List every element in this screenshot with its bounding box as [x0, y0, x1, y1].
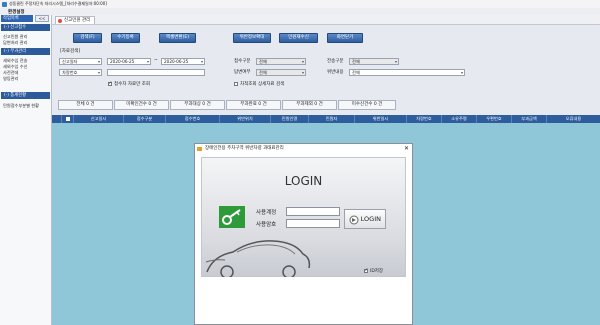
summary-bar: 전체 0 건 미확인건수 0 건 부과대상 0 건 부과완료 0 건 부과제외 …: [52, 99, 600, 111]
login-dialog: 장애인전용 주차구역 위반차량 과태료관리 ✕ LOGIN 사용계정 사용암호 …: [194, 143, 413, 325]
login-button[interactable]: LOGIN: [344, 209, 386, 229]
dialog-app-icon: [197, 147, 202, 151]
summary-not-received: 미수신건수 0 건: [338, 100, 396, 110]
password-label: 사용암호: [256, 222, 277, 228]
transfer-type-select[interactable]: 전체 ▾: [349, 58, 399, 65]
vehicle-number-input[interactable]: [107, 69, 205, 76]
grid-header: 신고일시 접수구분 접수번호 위반위치 민원인명 민원자 위반일시 차량번호 소…: [52, 115, 600, 123]
date-to-picker[interactable]: 2020-06-25 ▾: [161, 58, 205, 65]
dialog-title: 장애인전용 주차구역 위반차량 과태료관리: [205, 146, 284, 151]
grid-col-owner[interactable]: 소유주명: [442, 115, 477, 123]
grid-col-report-time[interactable]: 신고일시: [74, 115, 124, 123]
manual-entry-button[interactable]: 수기등록: [111, 33, 140, 43]
receipt-only-label: 접수자 자료만 조회: [114, 82, 150, 87]
transfer-type-label: 전송구분: [327, 59, 344, 64]
close-screen-button[interactable]: 화면닫기: [327, 33, 363, 43]
summary-levy-done: 부과완료 0 건: [226, 100, 281, 110]
summary-levy-target: 부과대상 0 건: [170, 100, 225, 110]
login-panel: LOGIN 사용계정 사용암호 LOGIN ID저장: [201, 157, 406, 277]
vehicle-type-select[interactable]: 차량번호 ▾: [59, 69, 102, 76]
excel-export-button[interactable]: 엑셀변환(E): [159, 33, 196, 43]
dialog-titlebar: 장애인전용 주차구역 위반차량 과태료관리 ✕: [195, 144, 412, 154]
sidebar-item-manage[interactable]: 영등관리: [1, 76, 50, 82]
exact-search-label: 차적조회 상세자료 검색: [240, 82, 285, 87]
sidebar-item-reply[interactable]: 답변처리 관리: [1, 40, 50, 46]
receipt-type-label: 접수구분: [234, 59, 251, 64]
violation-label: 위반내용: [327, 70, 344, 75]
grid-col-index: [52, 115, 62, 123]
summary-total: 전체 0 건: [58, 100, 113, 110]
exact-search-checkbox[interactable]: [234, 82, 238, 86]
sidebar-section-report[interactable]: (-) 신고접수: [1, 24, 50, 31]
save-id-checkbox[interactable]: [364, 268, 368, 273]
sidebar-collapse-button[interactable]: <<: [35, 15, 49, 22]
grid-col-receipt-no[interactable]: 접수번호: [166, 115, 220, 123]
grid-col-vehicle-no[interactable]: 차량번호: [407, 115, 442, 123]
grid-col-amount[interactable]: 부과금액: [512, 115, 547, 123]
tab-complaint[interactable]: 신고민원 관리: [55, 16, 95, 24]
grid-col-location[interactable]: 위반위치: [220, 115, 271, 123]
search-section-label: [자료검색]: [60, 49, 81, 54]
sidebar-section-levy[interactable]: (-) 부과관리: [1, 48, 50, 55]
password-input[interactable]: [286, 219, 340, 228]
login-button-label: LOGIN: [360, 215, 381, 223]
grid-col-complainant[interactable]: 민원인명: [271, 115, 309, 123]
search-button[interactable]: 검색(F): [73, 33, 102, 43]
reply-select[interactable]: 전체 ▾: [256, 69, 306, 76]
save-id-label: ID저장: [370, 269, 384, 274]
sidebar-item-stats[interactable]: 민원접수부분별 현황: [1, 103, 50, 109]
receipt-only-checkbox[interactable]: [108, 81, 112, 86]
login-arrow-icon: [349, 215, 359, 225]
date-type-select[interactable]: 신고일자 ▾: [59, 58, 102, 65]
user-id-label: 사용계정: [256, 210, 277, 216]
receipt-type-select[interactable]: 전체 ▾: [256, 58, 306, 65]
summary-unchecked: 미확인건수 0 건: [114, 100, 169, 110]
reply-label: 답변여부: [234, 70, 251, 75]
app-icon: [2, 1, 7, 7]
violation-select[interactable]: 전체 ▾: [349, 69, 465, 76]
grid-col-check[interactable]: [62, 115, 74, 123]
grid-col-error[interactable]: 오류내용: [547, 115, 600, 123]
sidebar-task-list: 작업목록: [1, 15, 33, 22]
grid-col-violation-time[interactable]: 위반일시: [355, 115, 407, 123]
user-id-input[interactable]: [286, 207, 340, 216]
sidebar: 작업목록 << (-) 신고접수 신고민원 관리 답변처리 관리 (-) 부과관…: [0, 15, 52, 325]
tab-icon: [58, 18, 62, 23]
close-icon[interactable]: ✕: [404, 145, 409, 153]
grid-col-civil[interactable]: 민원자: [309, 115, 355, 123]
view-violation-button[interactable]: 위반정보확대: [233, 33, 271, 43]
grid-col-postcode[interactable]: 우편번호: [477, 115, 512, 123]
date-from-picker[interactable]: 2020-06-25 ▾: [107, 58, 151, 65]
resend-complaint-button[interactable]: 민원재수신: [279, 33, 318, 43]
summary-levy-excluded: 부과제외 0 건: [282, 100, 337, 110]
tab-label: 신고민원 관리: [64, 18, 91, 23]
car-illustration-icon: [205, 240, 311, 277]
window-title: 성동클린 주정차단속 처리시스템_[처리수결제일자:00:00]: [9, 1, 107, 6]
sidebar-section-stats[interactable]: (-) 통계현황: [1, 92, 50, 99]
date-range-separator: ~: [154, 58, 158, 63]
login-title: LOGIN: [284, 174, 323, 188]
grid-col-receipt-type[interactable]: 접수구분: [124, 115, 166, 123]
key-icon: [219, 206, 245, 228]
tab-strip: 신고민원 관리: [52, 15, 600, 25]
